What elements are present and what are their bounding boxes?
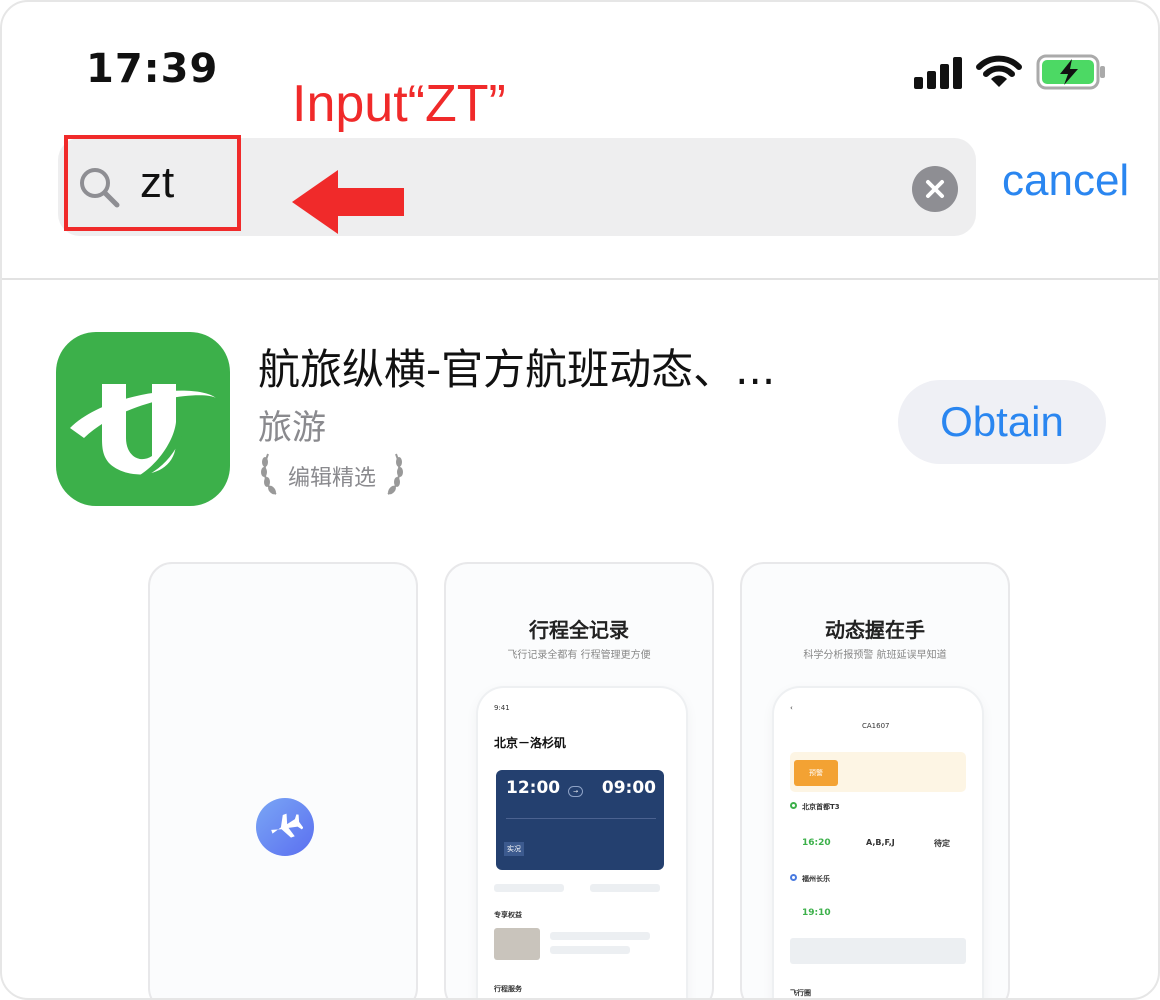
app-icon[interactable]	[56, 332, 230, 506]
section-title: 飞行圈	[790, 989, 811, 997]
status-tag: 实况	[504, 842, 524, 856]
status-icons	[914, 52, 1108, 92]
app-name[interactable]: 航旅纵横-官方航班动态、...	[258, 336, 868, 397]
arrival-time: 09:00	[601, 778, 656, 798]
annotation-title: Input“ZT”	[292, 75, 506, 133]
phone-mockup: ‹ CA1607 预警 北京首都T3 16:20 A,B,F,J 待定 福州长乐…	[774, 688, 982, 998]
arrival-time: 19:10	[802, 908, 831, 918]
seat-info: A,B,F,J	[866, 838, 895, 847]
plane-icon	[256, 798, 314, 856]
card-divider	[506, 818, 656, 819]
warning-badge: 预警	[794, 760, 838, 786]
flight-card: 12:00 09:00 → 实况	[496, 770, 664, 870]
wifi-icon	[976, 55, 1022, 89]
departure-time: 16:20	[802, 838, 831, 848]
app-screenshot-3[interactable]: 动态握在手 科学分析报预警 航班延误早知道 ‹ CA1607 预警 北京首都T3…	[740, 562, 1010, 998]
placeholder-row	[790, 938, 966, 964]
departure-time: 12:00	[506, 778, 561, 798]
clear-search-icon[interactable]	[912, 166, 958, 212]
divider	[2, 278, 1158, 280]
screenshot-title: 动态握在手	[825, 618, 925, 642]
lounge-thumbnail	[494, 928, 540, 960]
placeholder-row	[590, 884, 660, 892]
app-category: 旅游	[258, 408, 326, 448]
placeholder-row	[550, 946, 630, 954]
screenshot-subtitle: 科学分析报预警 航班延误早知道	[803, 650, 947, 661]
cancel-button[interactable]: cancel	[1002, 156, 1129, 206]
annotation-highlight-box	[64, 135, 241, 231]
flight-connector: →	[568, 786, 584, 797]
app-screenshot-2[interactable]: 行程全记录 飞行记录全都有 行程管理更方便 9:41 北京－洛杉矶 12:00 …	[444, 562, 714, 998]
flight-number: CA1607	[862, 722, 890, 730]
gate-status: 待定	[934, 839, 950, 848]
app-screenshot-1[interactable]	[148, 562, 418, 998]
obtain-button[interactable]: Obtain	[898, 380, 1106, 464]
section-title: 行程服务	[494, 985, 522, 993]
phone-status: ‹	[790, 704, 793, 712]
destination-airport: 福州长乐	[802, 875, 830, 883]
destination-dot	[790, 874, 797, 881]
status-time: 17:39	[86, 46, 219, 92]
editors-choice-label: 编辑精选	[288, 466, 377, 491]
origin-airport: 北京首都T3	[802, 803, 840, 811]
placeholder-row	[494, 884, 564, 892]
placeholder-row	[550, 932, 650, 940]
laurel-right-icon	[382, 450, 406, 502]
phone-mockup: 9:41 北京－洛杉矶 12:00 09:00 → 实况 专享权益 行程服务	[478, 688, 686, 998]
laurel-left-icon	[258, 450, 282, 502]
origin-dot	[790, 802, 797, 809]
section-title: 专享权益	[494, 911, 522, 919]
annotation-arrow-icon	[292, 170, 406, 238]
editors-choice-badge: 编辑精选	[258, 450, 406, 502]
screenshot-subtitle: 飞行记录全都有 行程管理更方便	[507, 650, 651, 661]
phone-status: 9:41	[494, 704, 510, 712]
app-store-search-screen: 17:39 Input“ZT” zt cancel 航旅纵横-官方航班动态、..…	[0, 0, 1160, 1000]
route-title: 北京－洛杉矶	[494, 736, 567, 750]
signal-icon	[914, 55, 962, 89]
screenshot-title: 行程全记录	[529, 618, 629, 642]
battery-charging-icon	[1036, 54, 1108, 90]
